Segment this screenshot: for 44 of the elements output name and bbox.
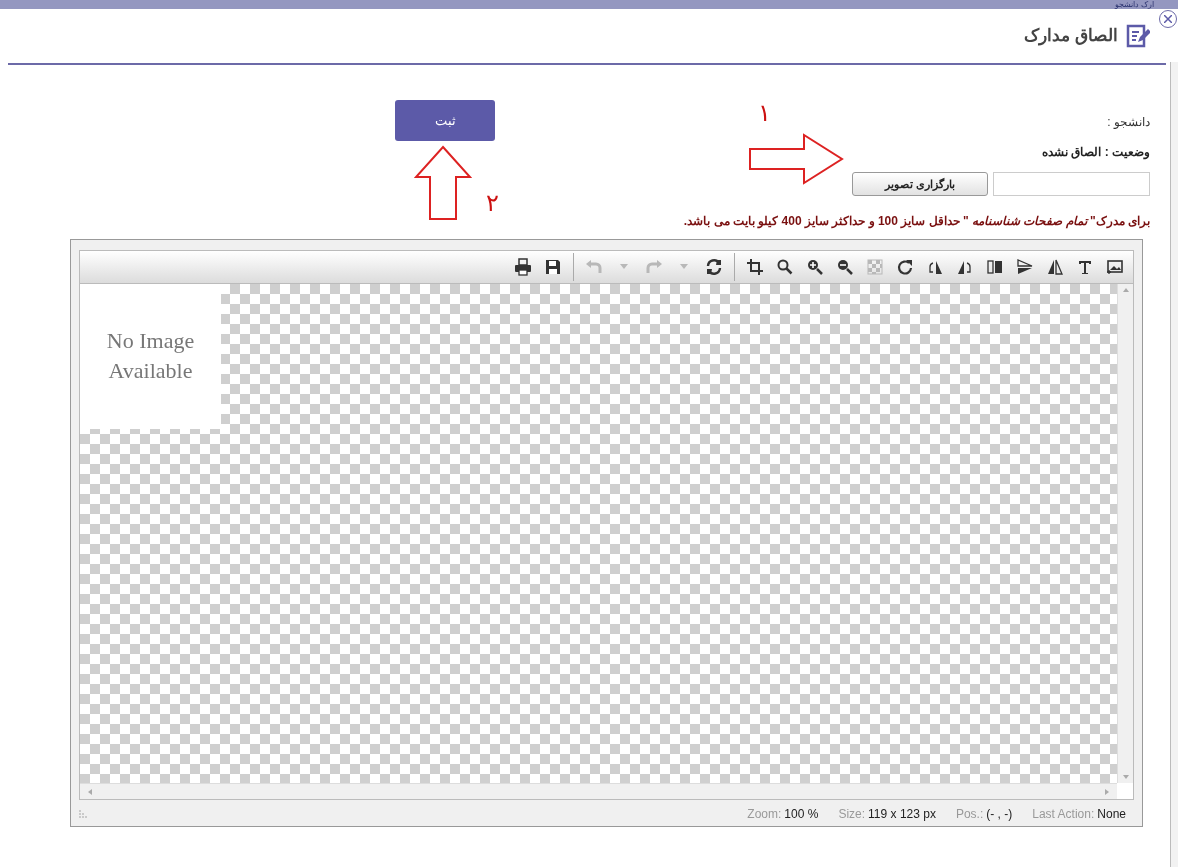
image-icon [1106, 257, 1124, 276]
status-label: Zoom: [747, 806, 782, 824]
redo-icon [645, 257, 663, 276]
dialog-title: الصاق مدارک [1024, 25, 1118, 48]
annotation-number: ۲ [486, 188, 499, 218]
status-value: None [1097, 806, 1126, 824]
crop-tool-button[interactable] [745, 256, 765, 277]
search-icon [776, 257, 794, 276]
status-label: Size: [838, 806, 866, 824]
background-title: ارک دانشجو [1114, 0, 1154, 9]
reload-tool-button[interactable] [704, 256, 724, 277]
save-icon [544, 257, 562, 276]
flip-vertical-tool-button[interactable] [1015, 256, 1035, 277]
upload-button[interactable]: بارگزاری تصویر [852, 172, 988, 196]
split-icon [986, 257, 1004, 276]
status-label: Pos.: [955, 806, 984, 824]
status-value: (- , -) [986, 806, 1013, 824]
flip-vertical-icon [1016, 257, 1034, 276]
resize-grip-icon[interactable] [79, 810, 87, 819]
page-scrollbar[interactable] [1170, 62, 1178, 867]
transparency-icon [866, 257, 884, 276]
annotation-number: ۱ [758, 98, 771, 128]
print-icon [514, 257, 532, 276]
flip-horizontal-icon [1046, 257, 1064, 276]
status-value: 119 x 123 px [868, 806, 936, 824]
close-icon [1164, 15, 1172, 23]
rotate-icon [896, 257, 914, 276]
zoom-in-icon [806, 257, 824, 276]
file-path-field[interactable] [993, 172, 1150, 196]
status-text: وضعیت : الصاق نشده [1042, 144, 1150, 161]
status-label: Last Action: [1032, 806, 1095, 824]
edit-note-icon [1126, 24, 1150, 48]
reload-icon [705, 257, 723, 276]
zoom-out-icon [836, 257, 854, 276]
student-label: دانشجو : [1107, 114, 1150, 131]
no-image-text: No Image Available [105, 327, 196, 386]
status-value: 100 % [784, 806, 819, 824]
close-button[interactable] [1159, 10, 1177, 28]
caret-icon [680, 264, 688, 270]
caret-icon [620, 264, 628, 270]
submit-button[interactable]: ثبت [395, 100, 495, 141]
print-tool-button[interactable] [513, 256, 533, 277]
undo-icon [585, 257, 603, 276]
crop-icon [746, 257, 764, 276]
